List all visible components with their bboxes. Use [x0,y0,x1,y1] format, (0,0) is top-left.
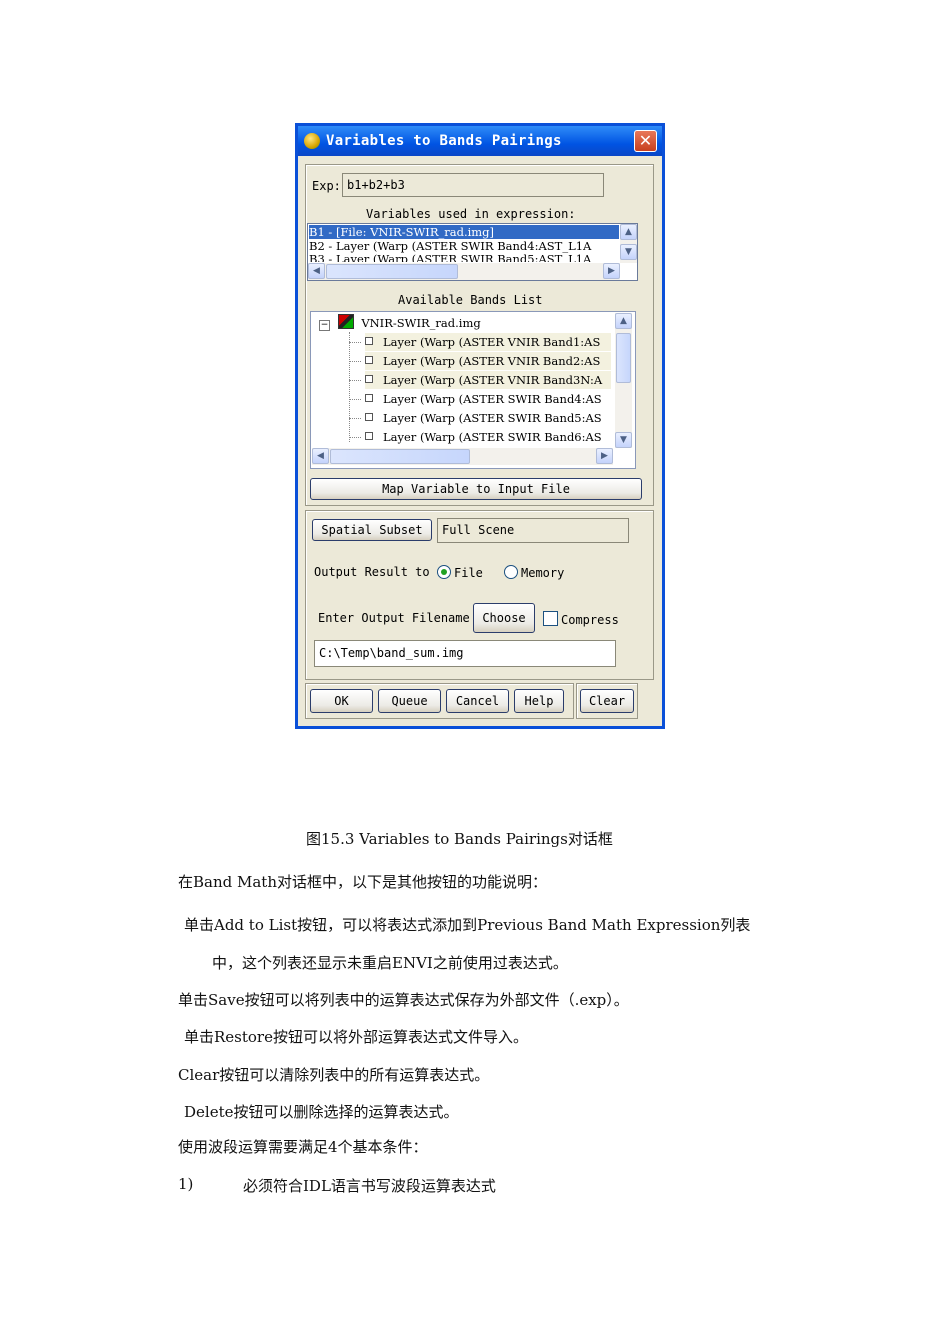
tree-connector [349,399,361,400]
image-file-icon [337,314,354,329]
variables-heading: Variables used in expression: [366,207,576,221]
band-item[interactable]: Layer (Warp (ASTER VNIR Band1:AS [365,333,611,351]
scroll-up-icon[interactable]: ▲ [615,313,632,329]
spatial-subset-button[interactable]: Spatial Subset [312,519,432,541]
paragraph: 在Band Math对话框中，以下是其他按钮的功能说明： [178,873,547,891]
tree-root-label: VNIR-SWIR_rad.img [361,316,481,330]
paragraph: 单击Add to List按钮，可以将表达式添加到Previous Band M… [184,916,751,934]
paragraph: Clear按钮可以清除列表中的所有运算表达式。 [178,1066,490,1084]
tree-connector [349,361,361,362]
expression-field[interactable]: b1+b2+b3 [342,173,604,197]
variable-row[interactable]: B1 - [File: VNIR-SWIR_rad.img] [309,225,619,239]
variables-list[interactable]: B1 - [File: VNIR-SWIR_rad.img] B2 - Laye… [307,223,638,281]
tree-root[interactable]: − VNIR-SWIR_rad.img [319,314,481,332]
filename-label: Enter Output Filename [318,611,470,625]
output-panel: Spatial Subset Full Scene Output Result … [305,510,654,680]
band-item[interactable]: Layer (Warp (ASTER SWIR Band4:AS [365,390,611,408]
paragraph: 中，这个列表还显示未重启ENVI之前使用过表达式。 [212,954,568,972]
collapse-icon[interactable]: − [319,320,330,331]
figure-caption: 图15.3 Variables to Bands Pairings对话框 [306,830,613,848]
map-variable-button[interactable]: Map Variable to Input File [310,478,642,500]
clear-panel: Clear [576,683,638,719]
paragraph: 单击Restore按钮可以将外部运算表达式文件导入。 [184,1028,528,1046]
scroll-right-icon[interactable]: ▶ [596,448,613,464]
variables-vscrollbar[interactable]: ▲ ▼ [620,224,637,263]
exp-label: Exp: [312,179,341,193]
variable-row[interactable]: B2 - Layer (Warp (ASTER SWIR Band4:AST_L… [309,239,619,253]
band-item[interactable]: Layer (Warp (ASTER SWIR Band5:AS [365,409,611,427]
scroll-thumb[interactable] [616,333,631,383]
scroll-thumb[interactable] [330,449,470,464]
bands-hscrollbar[interactable]: ◀ ▶ [312,448,613,465]
tree-connector [349,342,361,343]
compress-checkbox[interactable]: Compress [543,611,619,627]
action-buttons-panel: OK Queue Cancel Help [305,683,574,719]
bands-vscrollbar[interactable]: ▲ ▼ [615,313,632,448]
bands-heading: Available Bands List [398,293,543,307]
band-item[interactable]: Layer (Warp (ASTER VNIR Band3N:A [365,371,611,389]
spatial-subset-field: Full Scene [437,518,629,543]
queue-button[interactable]: Queue [378,689,441,713]
scroll-left-icon[interactable]: ◀ [308,263,325,279]
scroll-right-icon[interactable]: ▶ [603,263,620,279]
choose-button[interactable]: Choose [473,603,535,633]
output-result-label: Output Result to [314,565,430,579]
tree-connector [349,418,361,419]
scroll-thumb[interactable] [326,264,458,279]
title-bar[interactable]: Variables to Bands Pairings ✕ [298,126,662,156]
scroll-left-icon[interactable]: ◀ [312,448,329,464]
checkbox-icon[interactable] [543,611,558,626]
tree-connector [349,332,350,442]
output-memory-radio[interactable]: Memory [504,565,564,580]
list-item-number: 1) [178,1175,194,1193]
variable-row[interactable]: B3 - Layer (Warp (ASTER SWIR Band5:AST_L… [309,252,619,262]
paragraph: Delete按钮可以删除选择的运算表达式。 [184,1103,459,1121]
tree-connector [349,437,361,438]
ok-button[interactable]: OK [310,689,373,713]
close-button[interactable]: ✕ [634,130,657,152]
cancel-button[interactable]: Cancel [446,689,509,713]
scroll-down-icon[interactable]: ▼ [615,432,632,448]
help-button[interactable]: Help [514,689,564,713]
band-item[interactable]: Layer (Warp (ASTER VNIR Band2:AS [365,352,611,370]
radio-selected-icon[interactable] [437,565,451,579]
paragraph: 单击Save按钮可以将列表中的运算表达式保存为外部文件（.exp）。 [178,991,629,1009]
available-bands-tree[interactable]: − VNIR-SWIR_rad.img Layer (Warp (ASTER V… [310,311,636,469]
radio-empty-icon[interactable] [504,565,518,579]
envi-globe-icon [304,133,320,149]
output-file-radio[interactable]: File [437,565,483,580]
clear-button[interactable]: Clear [580,689,634,713]
band-item[interactable]: Layer (Warp (ASTER SWIR Band6:AS [365,428,611,446]
dialog-title: Variables to Bands Pairings [326,133,562,149]
expression-panel: Exp: b1+b2+b3 Variables used in expressi… [305,164,654,506]
output-filename-input[interactable]: C:\Temp\band_sum.img [314,640,616,667]
paragraph: 使用波段运算需要满足4个基本条件： [178,1138,428,1156]
variables-to-bands-dialog: Variables to Bands Pairings ✕ Exp: b1+b2… [295,123,665,729]
scroll-up-icon[interactable]: ▲ [620,224,637,240]
variables-hscrollbar[interactable]: ◀ ▶ [308,263,620,280]
list-item-text: 必须符合IDL语言书写波段运算表达式 [243,1177,496,1195]
tree-connector [349,380,361,381]
scroll-down-icon[interactable]: ▼ [620,244,637,260]
